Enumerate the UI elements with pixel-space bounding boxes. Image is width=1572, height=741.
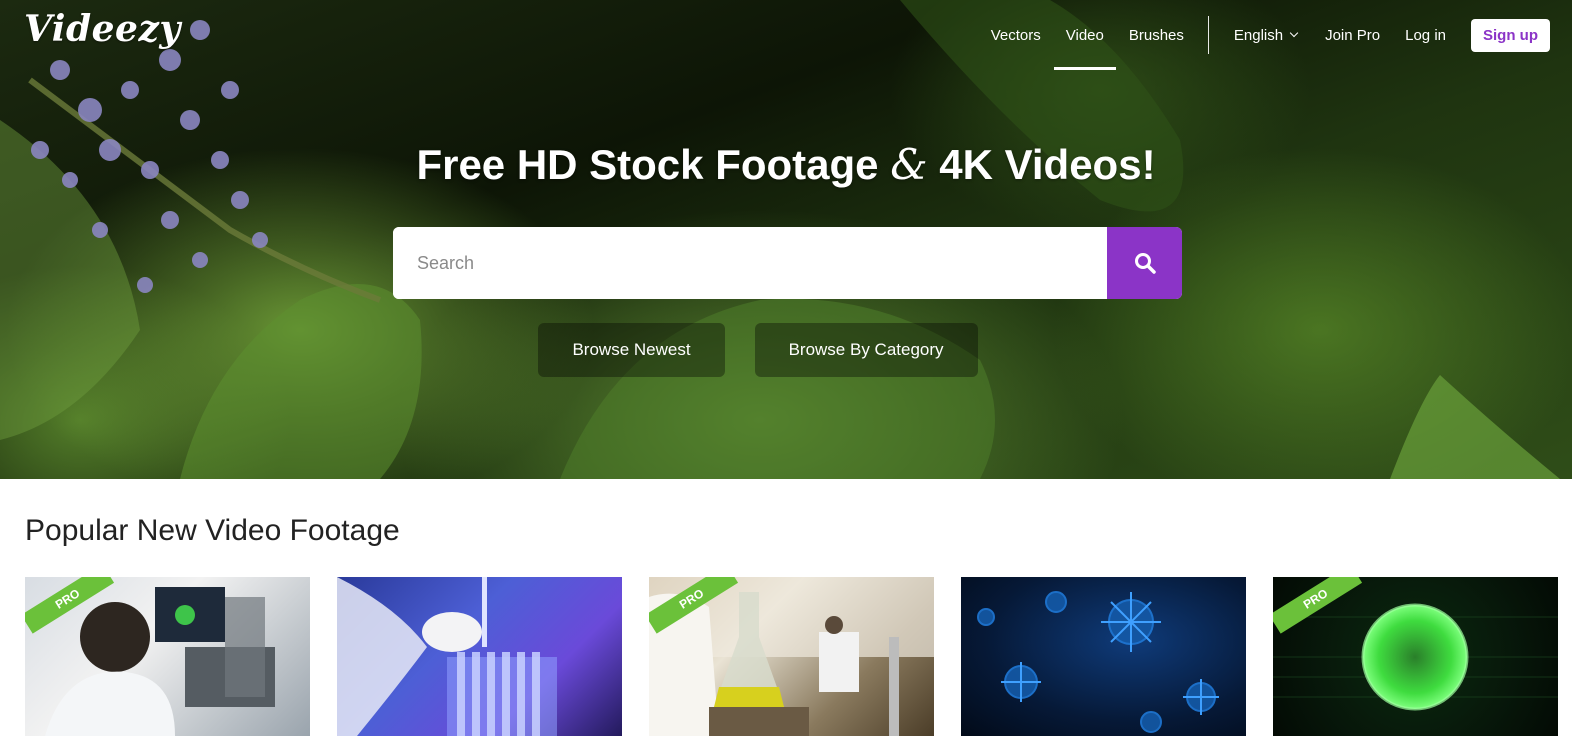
nav-video[interactable]: Video (1053, 0, 1116, 70)
signup-button[interactable]: Sign up (1471, 18, 1550, 52)
video-thumbnail[interactable] (337, 577, 622, 736)
join-pro-link[interactable]: Join Pro (1325, 0, 1380, 70)
language-label: English (1233, 26, 1284, 44)
video-thumbnail[interactable]: PRO (1273, 577, 1558, 736)
videezy-logo[interactable]: Videezy (24, 8, 181, 50)
hero-headline: Free HD Stock Footage & 4K Videos! (0, 140, 1572, 189)
nav-divider (1207, 16, 1209, 54)
video-grid: PRO PRO PRO (25, 577, 1558, 736)
language-selector[interactable]: English (1233, 0, 1299, 70)
browse-buttons: Browse Newest Browse By Category (0, 323, 1572, 377)
video-thumbnail[interactable]: PRO (649, 577, 934, 736)
headline-text-2: 4K Videos! (939, 141, 1156, 188)
headline-text-1: Free HD Stock Footage (416, 141, 879, 188)
section-title: Popular New Video Footage (25, 514, 400, 547)
video-thumbnail[interactable]: PRO (25, 577, 310, 736)
browse-category-button[interactable]: Browse By Category (754, 323, 978, 377)
nav-vectors[interactable]: Vectors (991, 0, 1041, 70)
nav-brushes[interactable]: Brushes (1129, 0, 1184, 70)
browse-newest-button[interactable]: Browse Newest (538, 323, 725, 377)
top-nav: Vectors Video Brushes English Join Pro L… (991, 0, 1572, 70)
hero-banner: Videezy Vectors Video Brushes English Jo… (0, 0, 1572, 479)
video-thumbnail[interactable] (961, 577, 1246, 736)
login-link[interactable]: Log in (1405, 0, 1446, 70)
search-icon (1134, 253, 1156, 274)
search-button[interactable] (1107, 227, 1182, 299)
search-bar (393, 227, 1182, 299)
search-input[interactable] (393, 227, 1107, 299)
chevron-down-icon (1289, 28, 1299, 38)
thumbnail-image (977, 591, 1219, 733)
thumbnail-image (337, 577, 557, 736)
headline-ampersand: & (890, 140, 928, 189)
